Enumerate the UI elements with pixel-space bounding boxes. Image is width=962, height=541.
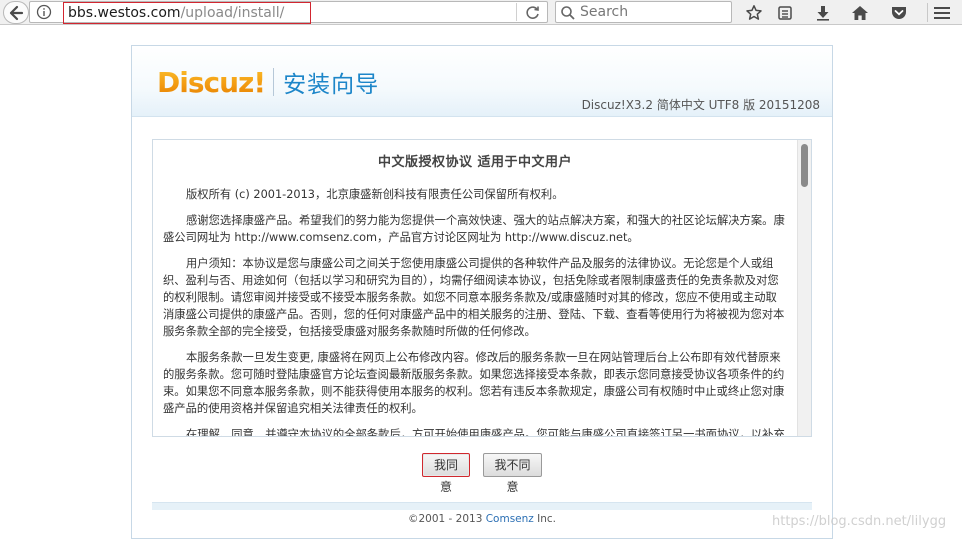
install-container: Discuz! 安装向导 Discuz!X3.2 简体中文 UTF8 版 201… — [131, 45, 833, 539]
download-button[interactable] — [813, 3, 833, 22]
bookmark-star-icon — [746, 4, 762, 20]
version-info: Discuz!X3.2 简体中文 UTF8 版 20151208 — [581, 98, 820, 112]
comsenz-link[interactable]: Comsenz — [486, 513, 534, 525]
logo-divider — [273, 68, 275, 96]
scrollbar-thumb[interactable] — [801, 144, 808, 187]
watermark: https://blog.csdn.net/lilygg — [772, 514, 947, 529]
url-host: bbs.westos.com — [68, 5, 181, 21]
url-field[interactable]: bbs.westos.com/upload/install/ — [63, 2, 311, 24]
search-icon — [561, 6, 575, 20]
download-icon — [817, 5, 829, 21]
license-paragraph: 在理解、同意、并遵守本协议的全部条款后，方可开始使用康盛产品。您可能与康盛公司直… — [186, 428, 785, 436]
license-paragraph: 感谢您选择康盛产品。希望我们的努力能为您提供一个高效快速、强大的站点解决方案，和… — [163, 214, 785, 244]
back-arrow-icon — [9, 5, 24, 20]
license-paragraph: 用户须知：本协议是您与康盛公司之间关于您使用康盛公司提供的各种软件产品及服务的法… — [163, 257, 785, 338]
home-button[interactable] — [850, 3, 870, 22]
bookmark-star-button[interactable] — [744, 3, 764, 22]
home-icon — [852, 5, 868, 20]
reload-icon[interactable] — [524, 4, 542, 22]
page-title: 安装向导 — [283, 72, 380, 98]
license-paragraph: 本服务条款一旦发生变更, 康盛将在网页上公布修改内容。修改后的服务条款一旦在网站… — [163, 351, 785, 415]
disagree-button[interactable]: 我不同意 — [483, 453, 542, 494]
license-box[interactable]: 中文版授权协议 适用于中文用户 版权所有 (c) 2001-2013，北京康盛新… — [152, 139, 812, 437]
discuz-logo: Discuz! 安装向导 — [157, 64, 379, 100]
url-bar[interactable]: bbs.westos.com/upload/install/ — [29, 1, 548, 24]
license-content: 中文版授权协议 适用于中文用户 版权所有 (c) 2001-2013，北京康盛新… — [153, 140, 797, 436]
copyright-suffix: Inc. — [533, 513, 557, 525]
logo-text: Discuz! — [157, 65, 266, 99]
browser-toolbar: bbs.westos.com/upload/install/ Search — [0, 0, 962, 25]
install-header: Discuz! 安装向导 Discuz!X3.2 简体中文 UTF8 版 201… — [132, 46, 832, 117]
toolbar-separator — [927, 3, 928, 22]
pocket-icon — [892, 6, 906, 19]
hamburger-menu-icon — [934, 6, 950, 19]
copyright: ©2001 - 2013 Comsenz Inc. — [132, 513, 832, 525]
license-title: 中文版授权协议 适用于中文用户 — [377, 155, 573, 170]
url-path: /upload/install/ — [180, 5, 285, 21]
back-button[interactable] — [3, 1, 29, 24]
info-icon[interactable] — [36, 4, 52, 20]
footer-band — [152, 502, 812, 510]
reading-list-icon — [778, 5, 792, 20]
license-scrollbar[interactable] — [797, 140, 811, 436]
menu-button[interactable] — [932, 3, 952, 22]
license-paragraph: 版权所有 (c) 2001-2013，北京康盛新创科技有限责任公司保留所有权利。 — [186, 188, 564, 201]
reading-list-button[interactable] — [775, 3, 795, 22]
search-input[interactable]: Search — [580, 2, 628, 23]
search-bar[interactable]: Search — [555, 1, 732, 23]
copyright-prefix: ©2001 - 2013 — [407, 513, 486, 525]
pocket-button[interactable] — [889, 3, 909, 22]
agree-button[interactable]: 我同意 — [422, 453, 470, 494]
